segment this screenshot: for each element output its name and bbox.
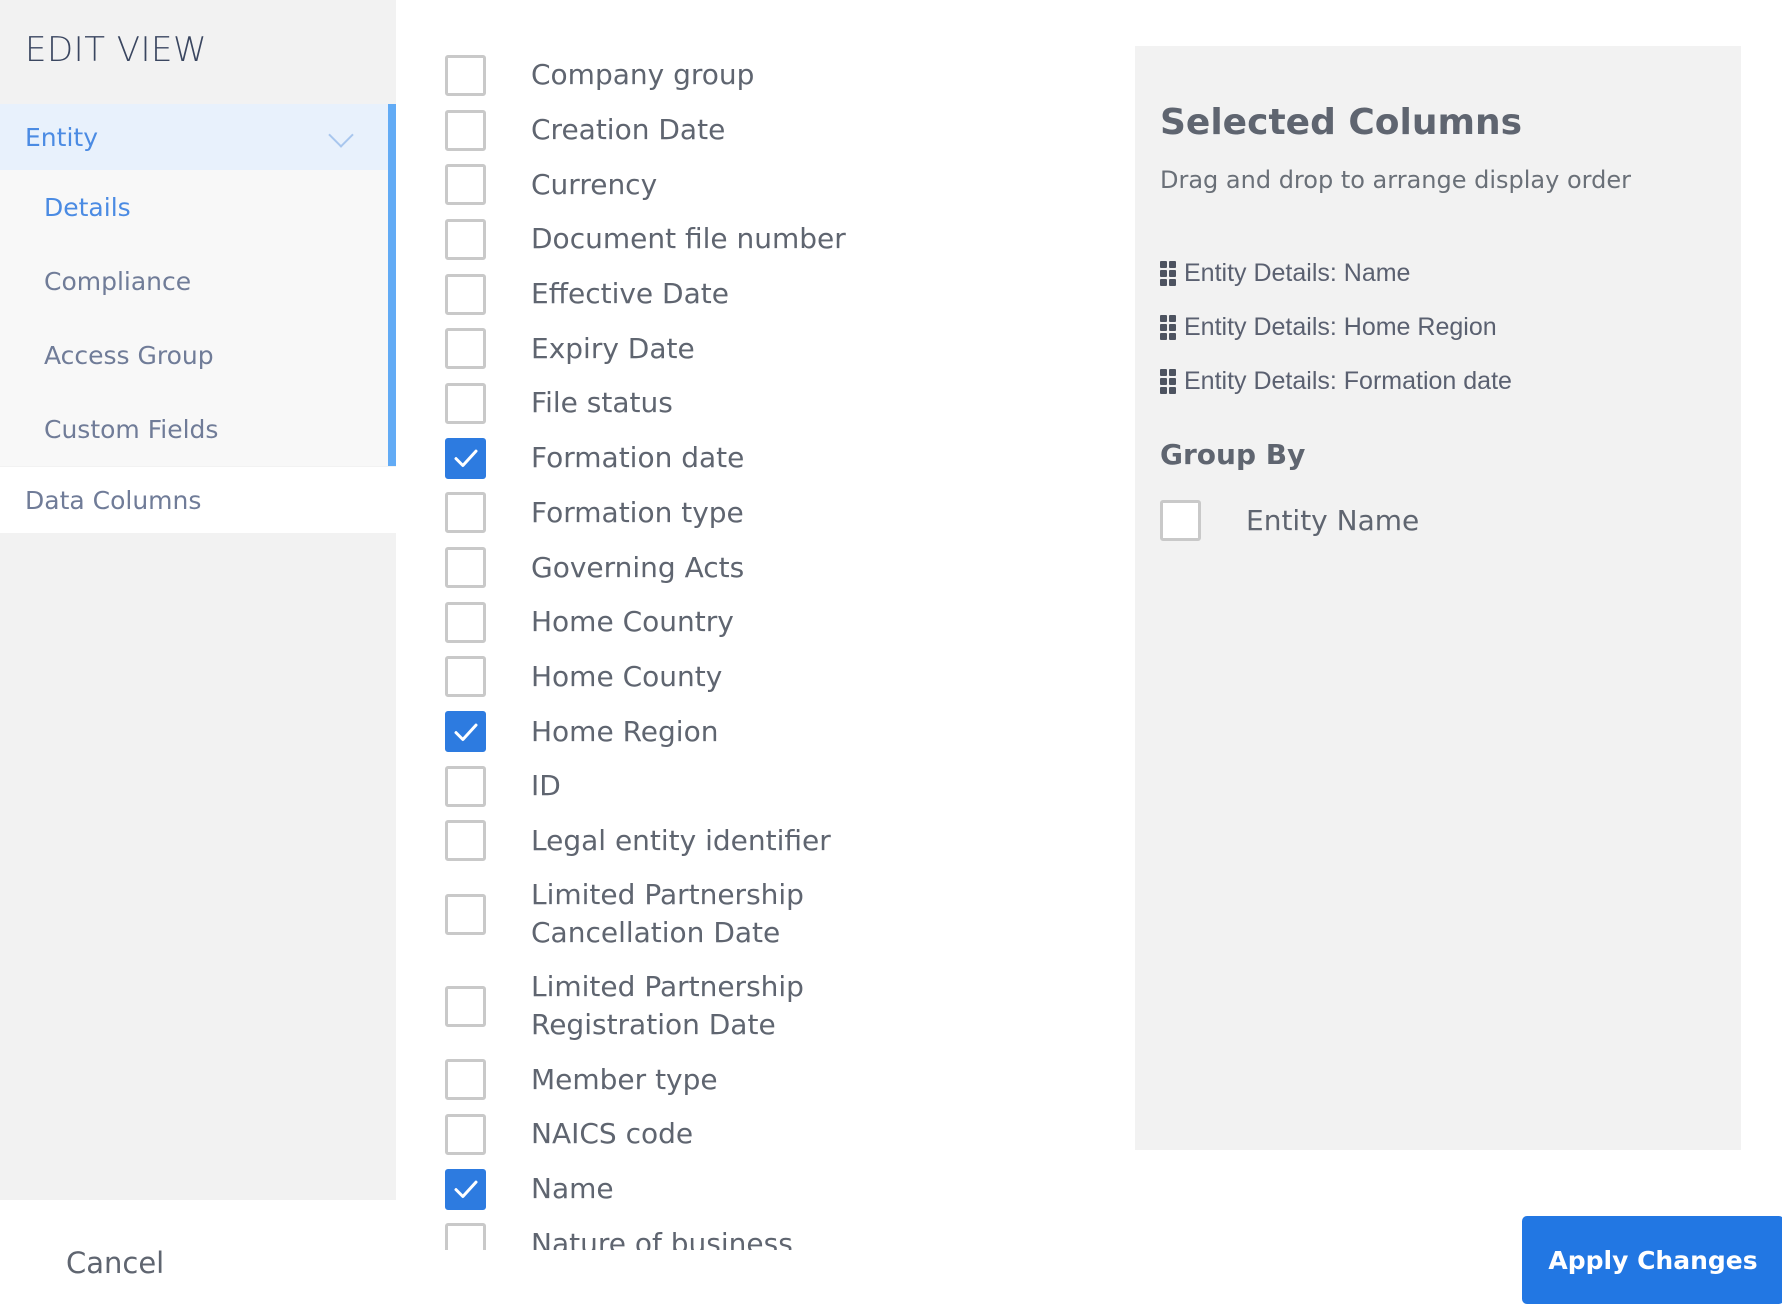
column-option[interactable]: Governing Acts [445,540,1005,595]
column-option-label: Nature of business [531,1226,793,1250]
column-checkbox[interactable] [445,492,486,534]
column-option[interactable]: Creation Date [445,103,1005,158]
column-option[interactable]: File status [445,376,1005,431]
sidebar-item-label: Entity [25,122,98,152]
drag-handle-icon[interactable] [1160,369,1176,394]
sidebar: EDIT VIEW Entity Details Compliance Acce… [0,0,396,1200]
column-option[interactable]: Legal entity identifier [445,814,1005,869]
column-option-label: Home County [531,659,723,693]
selected-columns-subtitle: Drag and drop to arrange display order [1160,166,1631,194]
selected-column-label: Entity Details: Formation date [1184,366,1512,395]
sidebar-item-details[interactable]: Details [0,170,396,244]
column-checkbox-checked[interactable] [445,437,486,479]
column-option-label: Member type [531,1062,718,1096]
column-checkbox[interactable] [445,382,486,424]
column-option[interactable]: Effective Date [445,267,1005,322]
column-option-label: Limited Partnership Registration Date [531,970,804,1042]
column-checkbox[interactable] [445,765,486,807]
column-option-label: Home Region [531,714,719,748]
column-checkbox[interactable] [445,601,486,643]
sidebar-item-compliance[interactable]: Compliance [0,244,396,318]
column-option-label: Expiry Date [531,331,695,365]
selected-column-label: Entity Details: Name [1184,258,1411,287]
page-title: EDIT VIEW [25,30,208,70]
chevron-down-icon [328,122,354,148]
column-option[interactable]: Company group [445,48,1005,103]
column-option-label: Currency [531,167,658,201]
column-option-label: Governing Acts [531,550,745,584]
selected-columns-list: Entity Details: Name Entity Details: Home… [1160,246,1512,408]
selected-columns-title: Selected Columns [1160,102,1523,143]
column-checkbox[interactable] [445,656,486,698]
column-option[interactable]: Expiry Date [445,321,1005,376]
group-by-label: Entity Name [1246,503,1420,537]
column-option[interactable]: Home Country [445,595,1005,650]
column-option-label: ID [531,769,561,803]
column-checkbox[interactable] [445,1223,486,1250]
cancel-button[interactable]: Cancel [66,1246,164,1280]
selected-column-label: Entity Details: Home Region [1184,312,1497,341]
column-option-label: Name [531,1172,614,1206]
column-option-label: NAICS code [531,1117,694,1151]
selected-column-item[interactable]: Entity Details: Home Region [1160,300,1512,354]
column-checkbox[interactable] [445,328,486,370]
selected-column-item[interactable]: Entity Details: Formation date [1160,354,1512,408]
column-option[interactable]: Member type [445,1052,1005,1107]
column-option[interactable]: Home County [445,650,1005,705]
column-checkbox[interactable] [445,1059,486,1101]
column-checkbox-checked[interactable] [445,1168,486,1210]
group-by-option[interactable]: Entity Name [1160,500,1419,541]
column-checkbox[interactable] [445,164,486,206]
column-option-label: Creation Date [531,113,726,147]
column-option[interactable]: Formation type [445,486,1005,541]
column-option[interactable]: Limited Partnership Cancellation Date [445,868,1005,960]
checkmark-icon [454,1180,477,1199]
column-option-label: Document file number [531,222,846,256]
column-option[interactable]: Home Region [445,704,1005,759]
column-checkbox[interactable] [445,109,486,151]
column-option-label: Formation type [531,495,744,529]
checkmark-icon [454,449,477,468]
column-option-label: Home Country [531,605,734,639]
column-option-label: Limited Partnership Cancellation Date [531,878,804,950]
column-option[interactable]: Formation date [445,431,1005,486]
column-checkbox[interactable] [445,273,486,315]
group-by-checkbox[interactable] [1160,500,1201,541]
column-option-label: Legal entity identifier [531,823,831,857]
column-checkbox[interactable] [445,1113,486,1155]
column-option-label: Formation date [531,441,745,475]
column-checkbox[interactable] [445,820,486,862]
column-option-label: Company group [531,58,755,92]
column-checkbox[interactable] [445,893,486,935]
apply-changes-button[interactable]: Apply Changes [1522,1216,1782,1304]
column-checkbox[interactable] [445,218,486,260]
drag-handle-icon[interactable] [1160,261,1176,286]
column-option[interactable]: NAICS code [445,1107,1005,1162]
column-option[interactable]: Currency [445,157,1005,212]
selected-column-item[interactable]: Entity Details: Name [1160,246,1512,300]
column-checkbox-list[interactable]: Company group Creation Date Currency Docume… [445,48,1005,1250]
drag-handle-icon[interactable] [1160,315,1176,340]
checkmark-icon [454,723,477,741]
sidebar-item-custom-fields[interactable]: Custom Fields [0,392,396,466]
column-option[interactable]: ID [445,759,1005,814]
column-checkbox[interactable] [445,54,486,96]
column-option[interactable]: Limited Partnership Registration Date [445,960,1005,1052]
selected-columns-panel: Selected Columns Drag and drop to arrang… [1135,46,1741,1150]
column-option-label: File status [531,386,673,420]
column-option-label: Effective Date [531,277,729,311]
column-checkbox[interactable] [445,547,486,589]
entity-nav-group: Entity Details Compliance Access Group C… [0,104,396,466]
group-by-title: Group By [1160,438,1306,471]
sidebar-item-entity[interactable]: Entity [0,104,396,170]
column-checkbox-checked[interactable] [445,711,486,753]
column-option[interactable]: Nature of business [445,1216,1005,1250]
column-checkbox[interactable] [445,985,486,1027]
column-option[interactable]: Name [445,1162,1005,1217]
sidebar-item-access-group[interactable]: Access Group [0,318,396,392]
column-option[interactable]: Document file number [445,212,1005,267]
sidebar-item-data-columns[interactable]: Data Columns [0,467,396,533]
